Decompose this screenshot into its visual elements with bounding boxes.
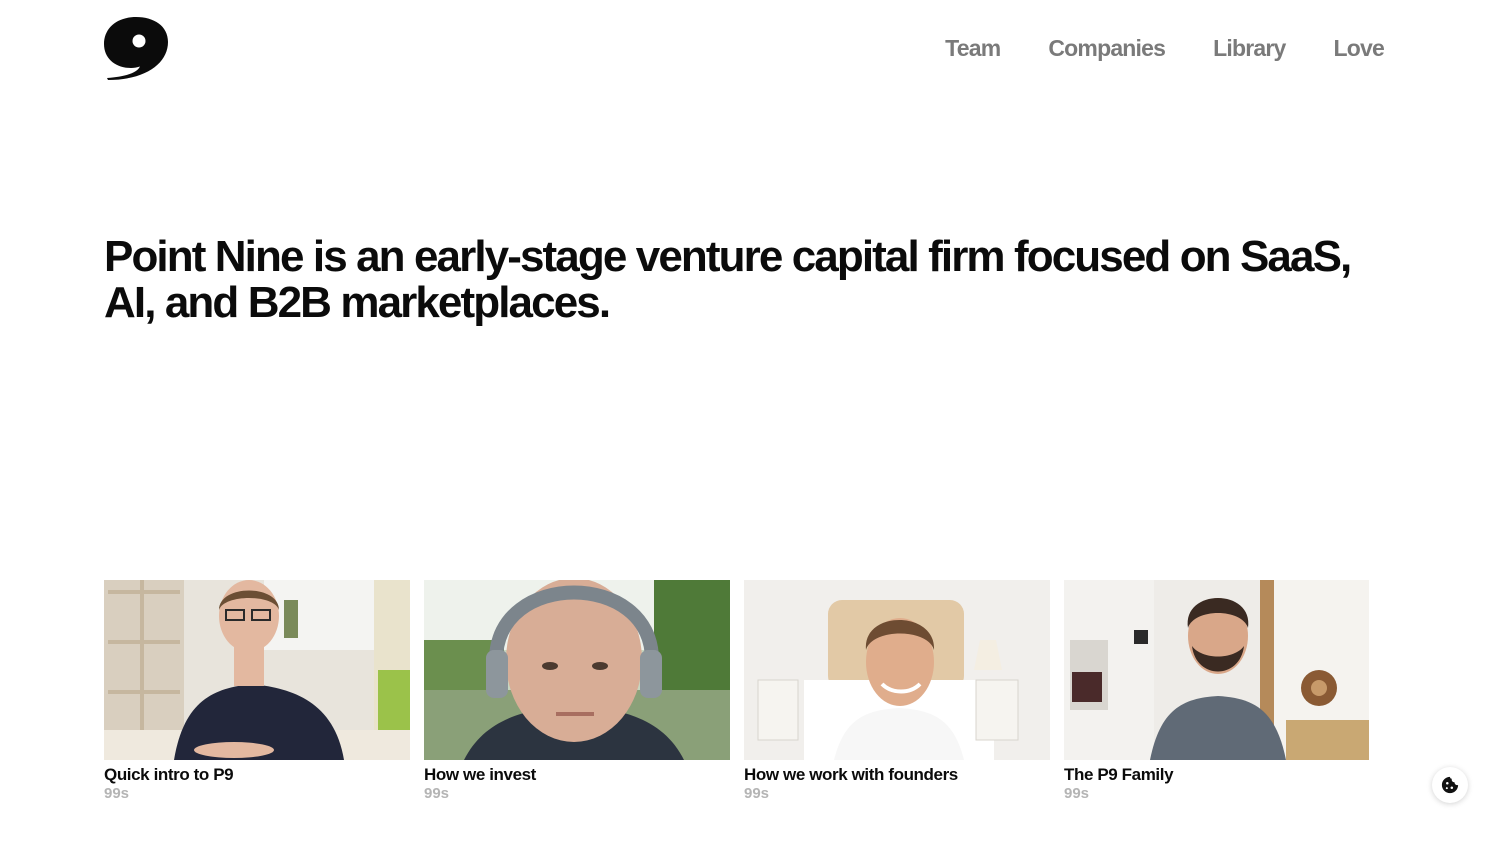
video-title: How we invest bbox=[424, 765, 536, 784]
video-card-how-we-invest[interactable]: How we invest 99s bbox=[424, 580, 730, 802]
person-in-bedroom-image bbox=[744, 580, 1050, 760]
video-thumbnail[interactable] bbox=[744, 580, 1050, 760]
video-card-quick-intro[interactable]: Quick intro to P9 99s bbox=[104, 580, 410, 802]
video-card-work-with-founders[interactable]: How we work with founders 99s bbox=[744, 580, 1050, 802]
nav-team[interactable]: Team bbox=[945, 32, 1001, 64]
video-thumbnail[interactable] bbox=[1064, 580, 1369, 760]
hero-headline: Point Nine is an early-stage venture cap… bbox=[104, 232, 1352, 327]
video-card-p9-family[interactable]: The P9 Family 99s bbox=[1064, 580, 1369, 802]
cookie-settings-button[interactable] bbox=[1432, 767, 1468, 803]
point-nine-logo[interactable] bbox=[104, 16, 168, 80]
video-title: Quick intro to P9 bbox=[104, 765, 234, 784]
nav-companies[interactable]: Companies bbox=[1048, 32, 1166, 64]
nav-library[interactable]: Library bbox=[1213, 32, 1286, 64]
video-duration: 99s bbox=[1064, 785, 1090, 802]
video-thumbnail[interactable] bbox=[424, 580, 730, 760]
video-duration: 99s bbox=[424, 785, 450, 802]
video-title: The P9 Family bbox=[1064, 765, 1174, 784]
video-thumbnail[interactable] bbox=[104, 580, 410, 760]
video-duration: 99s bbox=[104, 785, 130, 802]
person-with-headphones-image bbox=[424, 580, 730, 760]
video-title: How we work with founders bbox=[744, 765, 958, 784]
page: Team Companies Library Love Point Nine i… bbox=[0, 0, 1500, 866]
logo-icon bbox=[104, 17, 168, 80]
person-standing-image bbox=[1064, 580, 1369, 760]
video-duration: 99s bbox=[744, 785, 770, 802]
nav-love[interactable]: Love bbox=[1334, 32, 1385, 64]
cookie-icon bbox=[1441, 776, 1459, 794]
video-list: Quick intro to P9 99s How we invest 99s … bbox=[104, 580, 1369, 802]
main-nav: Team Companies Library Love bbox=[945, 32, 1385, 64]
person-at-desk-image bbox=[104, 580, 410, 760]
